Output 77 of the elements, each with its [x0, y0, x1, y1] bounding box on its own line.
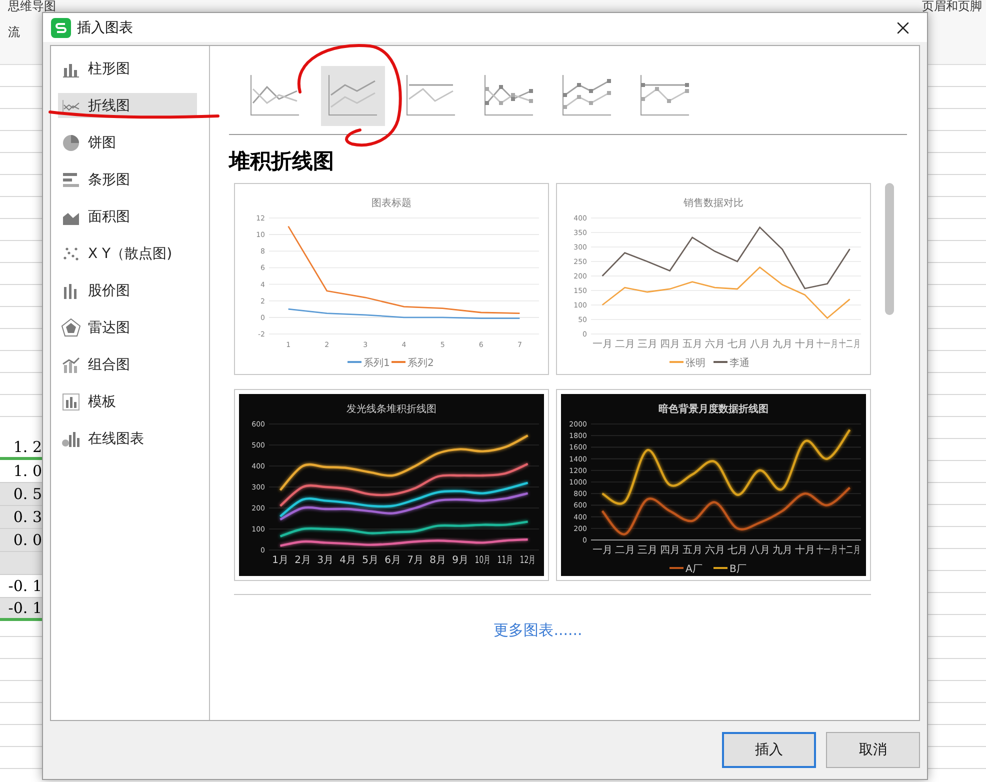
axis-label: 十一月 [816, 338, 838, 350]
combo-chart-icon [61, 354, 81, 374]
more-charts-link[interactable]: 更多图表...... [494, 621, 582, 640]
axis-label: 一月 [592, 545, 612, 556]
axis-label: 四月 [660, 545, 680, 556]
window-title: 插入图表 [77, 18, 134, 36]
sidebar-item[interactable]: 柱形图 [58, 56, 197, 81]
sidebar-item[interactable]: 组合图 [58, 352, 197, 377]
axis-label: 三月 [637, 339, 658, 350]
chart-title: 发光线条堆积折线图 [346, 404, 436, 415]
axis-label: 十月 [794, 339, 815, 350]
sheet-cell: 0. 3 [0, 506, 42, 529]
pie-chart-icon [61, 132, 81, 152]
sidebar-item[interactable]: 饼图 [58, 130, 197, 155]
legend-label: 系列2 [408, 358, 434, 369]
axis-label: 十一月 [816, 544, 838, 556]
axis-label: 10月 [474, 554, 491, 566]
scrollbar-thumb[interactable] [885, 183, 894, 315]
axis-label: 十二月 [839, 544, 861, 556]
axis-label: 五月 [682, 339, 702, 350]
sheet-cell: 0. 0 [0, 529, 42, 552]
axis-label: 2月 [294, 555, 311, 566]
axis-label: 12月 [520, 554, 536, 566]
ribbon-item[interactable]: 页眉和页脚 [922, 0, 982, 12]
axis-label: 七月 [727, 545, 748, 556]
axis-label: 九月 [772, 339, 792, 350]
sheet-cell: 0. 5 [0, 483, 42, 506]
sheet-cell: -0. 1 [0, 598, 42, 621]
axis-label: 5月 [362, 555, 378, 566]
radar-icon [61, 318, 81, 338]
sidebar-item[interactable]: X Y（散点图) [58, 241, 197, 266]
axis-label: 十月 [794, 545, 815, 556]
sidebar-item[interactable]: 股价图 [58, 278, 197, 303]
axis-label: 四月 [660, 339, 680, 350]
sidebar-item[interactable]: 在线图表 [58, 426, 197, 451]
dialog-button[interactable]: 插入 [722, 732, 816, 768]
legend-label: B厂 [730, 564, 746, 575]
sidebar-item[interactable]: 雷达图 [58, 315, 197, 340]
template-icon [61, 392, 81, 412]
axis-label: 六月 [704, 339, 725, 350]
legend-label: 张明 [686, 358, 706, 369]
axis-label: 六月 [704, 545, 725, 556]
sidebar-item[interactable]: 模板 [58, 389, 197, 414]
subtype-heading: 堆积折线图 [229, 148, 335, 175]
axis-label: 4月 [340, 555, 356, 566]
sheet-cell: 1. 0 [0, 460, 42, 483]
axis-label: 7月 [407, 555, 424, 566]
chart-title: 暗色背景月度数据折线图 [658, 404, 768, 415]
sidebar-item[interactable]: 条形图 [58, 167, 197, 192]
axis-label: 八月 [750, 545, 770, 556]
axis-label: 三月 [637, 545, 658, 556]
axis-label: 九月 [772, 545, 792, 556]
axis-label: 八月 [750, 339, 770, 350]
dialog-button[interactable]: 取消 [826, 732, 920, 768]
axis-label: 十二月 [839, 338, 861, 350]
axis-label: 七月 [727, 339, 748, 350]
chart-subtype-button[interactable] [321, 66, 385, 126]
axis-label: 9月 [452, 555, 468, 566]
axis-label: 11月 [497, 554, 514, 566]
app-logo-icon [51, 18, 71, 38]
axis-label: 3月 [317, 555, 334, 566]
chart-title: 图表标题 [372, 198, 412, 209]
legend-label: 系列1 [364, 358, 390, 369]
axis-label: 二月 [614, 545, 635, 556]
axis-label: 一月 [592, 339, 612, 350]
sidebar-item[interactable]: 折线图 [58, 93, 197, 118]
chart-title: 销售数据对比 [684, 198, 744, 209]
sheet-cell: 1. 2 [0, 437, 42, 460]
axis-label: 1月 [272, 555, 288, 566]
legend-label: 李通 [730, 358, 750, 369]
axis-label: 二月 [614, 339, 635, 350]
axis-label: 8月 [430, 555, 446, 566]
axis-label: 6月 [384, 555, 401, 566]
ribbon-item[interactable]: 思维导图 [8, 0, 56, 12]
legend-label: A厂 [686, 564, 702, 575]
sidebar-item[interactable]: 面积图 [58, 204, 197, 229]
axis-label: 五月 [682, 545, 702, 556]
